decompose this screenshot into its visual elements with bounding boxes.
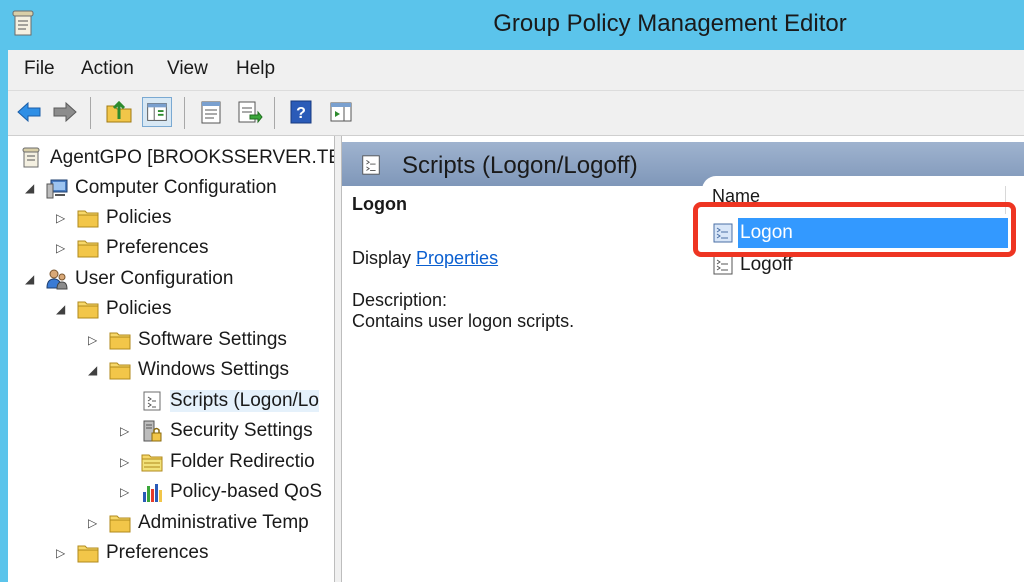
folder-icon — [77, 545, 99, 563]
tree-node-cc-preferences[interactable]: ▷ Preferences — [56, 234, 334, 262]
expand-arrow-icon[interactable]: ▷ — [120, 424, 132, 438]
tree-label: AgentGPO [BROOKSSERVER.TEC — [50, 147, 335, 168]
properties-link[interactable]: Properties — [416, 248, 498, 268]
expand-arrow-icon[interactable]: ▷ — [120, 455, 132, 469]
expand-arrow-icon[interactable]: ▷ — [120, 485, 132, 499]
tree-label: Policy-based QoS — [170, 481, 323, 502]
menu-help[interactable]: Help — [236, 58, 275, 80]
tree-node-software-settings[interactable]: ▷ Software Settings — [88, 326, 334, 354]
folder-redirection-icon — [141, 454, 163, 472]
tree-node-policy-qos[interactable]: ▷ Policy-based QoS — [120, 478, 334, 506]
folder-icon — [77, 210, 99, 228]
tree-node-user-configuration[interactable]: ◢ User Configuration — [25, 265, 334, 293]
folder-icon — [109, 362, 131, 380]
expand-arrow-icon[interactable]: ▷ — [56, 546, 68, 560]
title-bar: Group Policy Management Editor — [0, 0, 1024, 50]
tree-node-uc-preferences[interactable]: ▷ Preferences — [56, 539, 334, 567]
toolbar-separator — [274, 97, 275, 129]
tree-node-computer-configuration[interactable]: ◢ Computer Configuration — [25, 174, 334, 202]
menu-bar: File Action View Help — [8, 50, 1024, 91]
forward-arrow-icon[interactable] — [50, 97, 80, 127]
script-icon — [362, 155, 380, 175]
tree-label: Administrative Temp — [138, 512, 309, 533]
up-folder-icon[interactable] — [104, 97, 134, 127]
properties-icon[interactable] — [196, 97, 226, 127]
script-icon — [713, 255, 733, 275]
tree-node-security-settings[interactable]: ▷ Security Settings — [120, 417, 334, 445]
tree-label: Folder Redirectio — [170, 451, 315, 472]
tree-label: Security Settings — [170, 420, 313, 441]
tree-node-root[interactable]: AgentGPO [BROOKSSERVER.TEC — [8, 144, 335, 172]
menu-action[interactable]: Action — [81, 58, 134, 80]
script-icon — [143, 391, 161, 411]
export-list-icon[interactable] — [234, 97, 264, 127]
tree-label: User Configuration — [75, 268, 234, 289]
pane-splitter[interactable] — [335, 136, 342, 582]
back-arrow-icon[interactable] — [14, 97, 44, 127]
annotation-highlight-box — [693, 202, 1016, 257]
tree-node-scripts[interactable]: Scripts (Logon/Lo — [120, 387, 334, 415]
bar-chart-icon — [143, 484, 162, 502]
console-tree: AgentGPO [BROOKSSERVER.TEC ◢ Computer Co… — [8, 136, 335, 582]
show-hide-tree-icon[interactable] — [142, 97, 172, 127]
tree-label: Preferences — [106, 237, 209, 258]
tree-node-uc-policies[interactable]: ◢ Policies — [56, 295, 334, 323]
expand-arrow-icon[interactable]: ▷ — [56, 241, 68, 255]
collapse-arrow-icon[interactable]: ◢ — [25, 272, 37, 286]
action-pane-icon[interactable] — [326, 97, 356, 127]
description-text: Contains user logon scripts. — [352, 311, 575, 331]
tree-node-administrative-templates[interactable]: ▷ Administrative Temp — [88, 509, 334, 537]
menu-view[interactable]: View — [167, 58, 208, 80]
users-icon — [46, 269, 68, 290]
description-pane: Logon Display Properties Description: Co… — [352, 194, 692, 332]
tree-label: Software Settings — [138, 329, 287, 350]
computer-icon — [46, 179, 68, 199]
tree-node-cc-policies[interactable]: ▷ Policies — [56, 204, 334, 232]
expand-arrow-icon[interactable]: ▷ — [56, 211, 68, 225]
details-title: Scripts (Logon/Logoff) — [402, 152, 638, 179]
collapse-arrow-icon[interactable]: ◢ — [88, 363, 100, 377]
tree-label: Policies — [106, 207, 172, 228]
toolbar-separator — [184, 97, 185, 129]
display-properties-line: Display Properties — [352, 248, 692, 272]
svg-text:?: ? — [296, 105, 306, 122]
folder-icon — [109, 332, 131, 350]
toolbar: ? — [8, 91, 1024, 136]
gpo-scroll-icon — [22, 147, 40, 168]
window-title: Group Policy Management Editor — [493, 10, 847, 37]
help-icon[interactable]: ? — [286, 97, 316, 127]
tree-node-folder-redirection[interactable]: ▷ Folder Redirectio — [120, 448, 334, 476]
tree-label: Windows Settings — [138, 359, 290, 380]
security-lock-icon — [143, 420, 162, 442]
menu-file[interactable]: File — [24, 58, 55, 80]
expand-arrow-icon[interactable]: ▷ — [88, 516, 100, 530]
description-label: Description: — [352, 290, 448, 310]
collapse-arrow-icon[interactable]: ◢ — [56, 302, 68, 316]
tree-label: Computer Configuration — [75, 177, 277, 198]
tree-label: Policies — [106, 298, 172, 319]
folder-icon — [109, 515, 131, 533]
display-label: Display — [352, 248, 417, 268]
expand-arrow-icon[interactable]: ▷ — [88, 333, 100, 347]
toolbar-separator — [90, 97, 91, 129]
selected-item-name: Logon — [352, 194, 407, 214]
folder-icon — [77, 301, 99, 319]
tree-label: Scripts (Logon/Lo — [170, 390, 319, 412]
tree-label: Preferences — [106, 542, 209, 563]
tree-node-windows-settings[interactable]: ◢ Windows Settings — [88, 356, 334, 384]
folder-icon — [77, 240, 99, 258]
collapse-arrow-icon[interactable]: ◢ — [25, 181, 37, 195]
